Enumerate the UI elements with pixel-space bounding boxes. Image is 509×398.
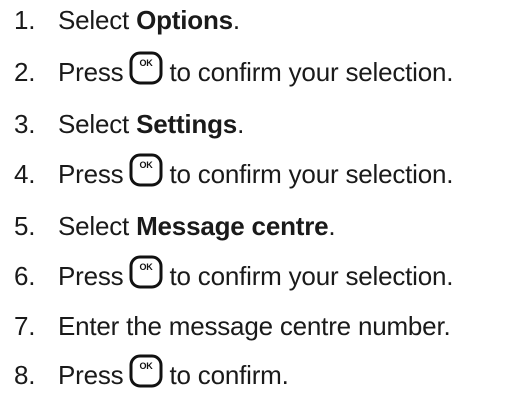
step-4: 4. Press OK to confirm your selection. bbox=[0, 150, 453, 198]
step-text: Select Options. bbox=[58, 4, 240, 35]
step-8: 8. Press OK to confirm. bbox=[0, 352, 289, 398]
ok-key-icon: OK bbox=[129, 354, 163, 388]
step-text: Enter the message centre number. bbox=[58, 310, 451, 341]
step-number: 7. bbox=[14, 310, 36, 341]
menu-option-name: Message centre bbox=[136, 210, 329, 241]
svg-text:OK: OK bbox=[140, 160, 154, 170]
step-number: 2. bbox=[14, 56, 36, 87]
step-6: 6. Press OK to confirm your selection. bbox=[0, 252, 453, 300]
menu-option-name: Options bbox=[136, 4, 233, 35]
step-number: 5. bbox=[14, 210, 36, 241]
ok-key-icon: OK bbox=[129, 51, 163, 85]
step-number: 8. bbox=[14, 359, 36, 390]
menu-option-name: Settings bbox=[136, 108, 238, 139]
step-number: 6. bbox=[14, 260, 36, 291]
svg-text:OK: OK bbox=[140, 262, 154, 272]
step-5: 5. Select Message centre. bbox=[0, 206, 336, 246]
step-number: 4. bbox=[14, 158, 36, 189]
step-text: Select Message centre. bbox=[58, 210, 336, 241]
step-7: 7. Enter the message centre number. bbox=[0, 306, 451, 346]
step-number: 3. bbox=[14, 108, 36, 139]
svg-text:OK: OK bbox=[140, 361, 154, 371]
step-number: 1. bbox=[14, 4, 36, 35]
step-text: Select Settings. bbox=[58, 108, 245, 139]
ok-key-icon: OK bbox=[129, 153, 163, 187]
svg-text:OK: OK bbox=[140, 58, 154, 68]
ok-key-icon: OK bbox=[129, 255, 163, 289]
step-1: 1. Select Options. bbox=[0, 0, 240, 40]
step-3: 3. Select Settings. bbox=[0, 104, 244, 144]
step-2: 2. Press OK to confirm your selection. bbox=[0, 48, 453, 96]
